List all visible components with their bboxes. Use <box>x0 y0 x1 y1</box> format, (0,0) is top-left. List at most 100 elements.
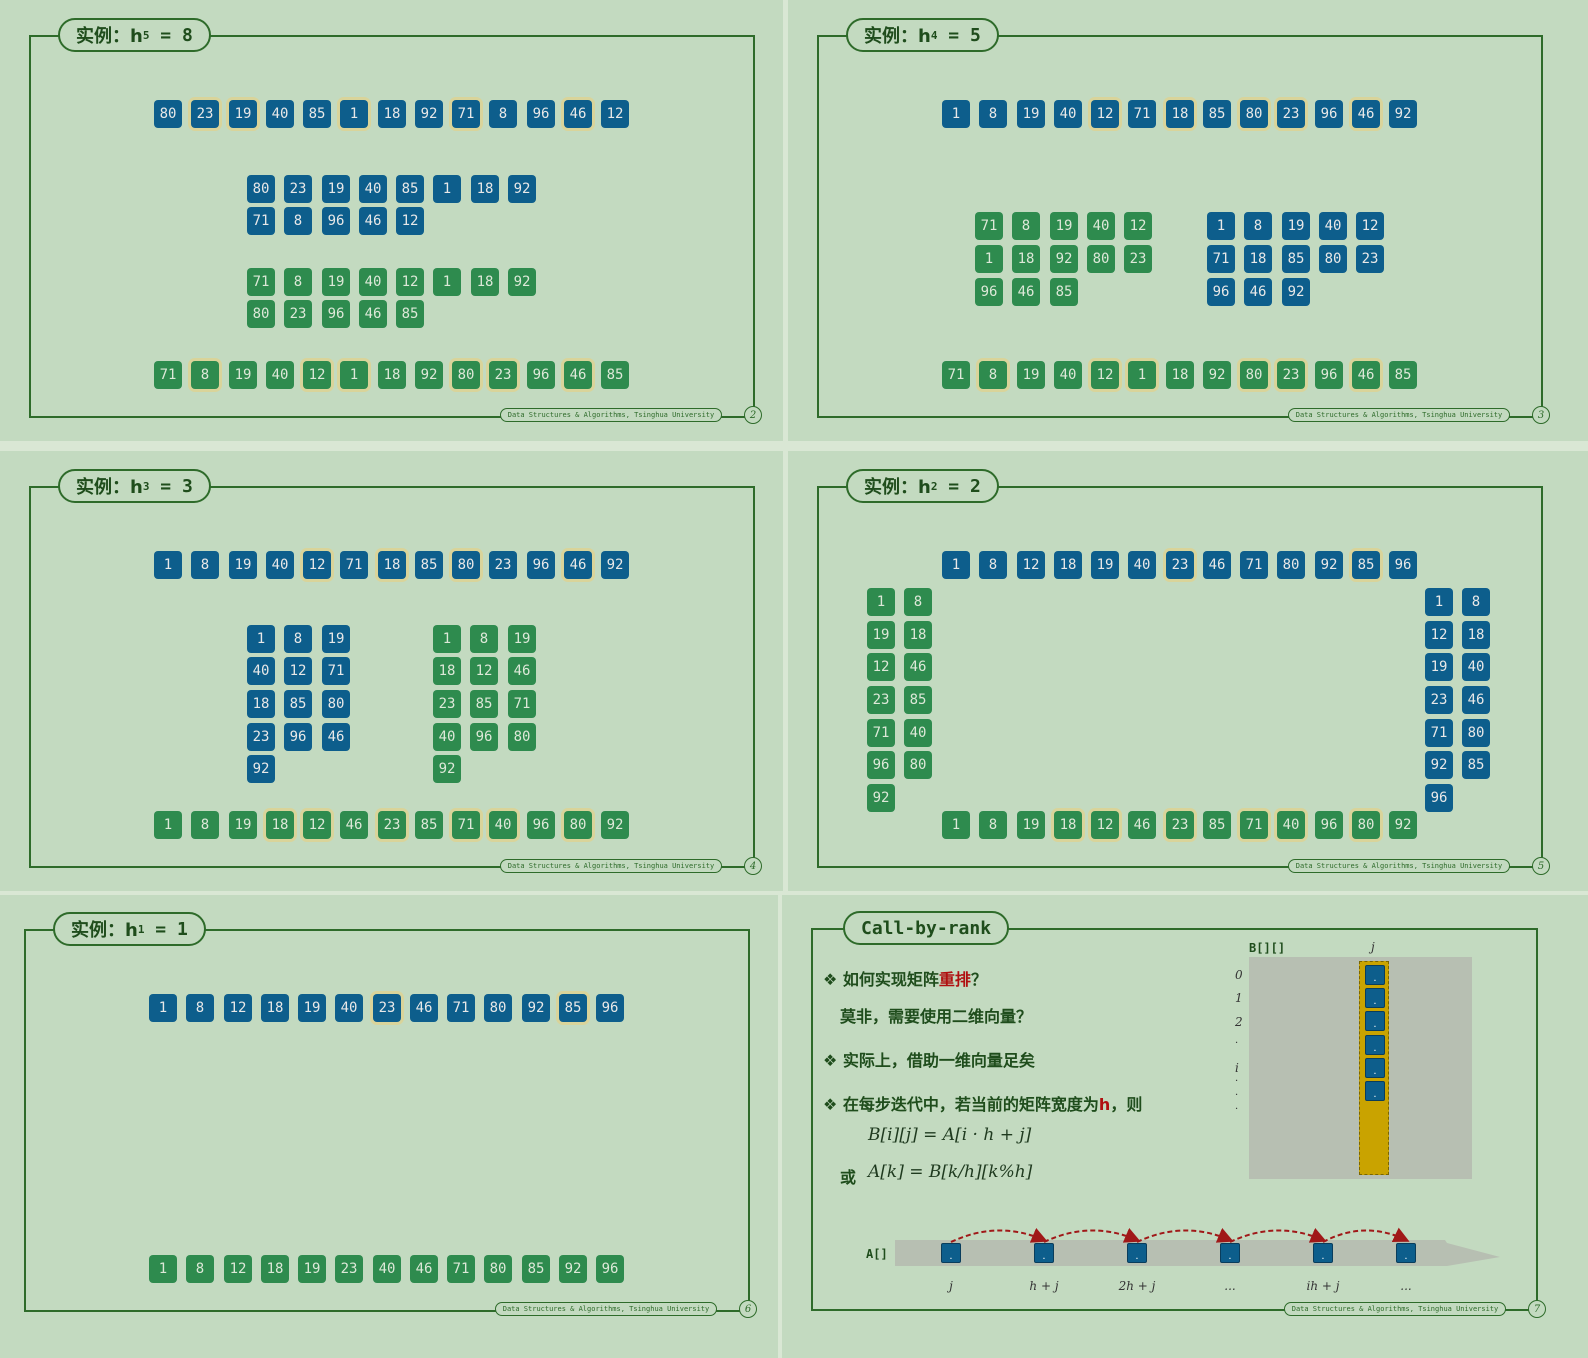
array-cell: 80 <box>247 175 275 203</box>
array-cell: 40 <box>1319 212 1347 240</box>
array-cell: 1 <box>340 100 368 128</box>
slide-title-subscript: 3 <box>142 479 150 493</box>
array-cell: 71 <box>975 212 1003 240</box>
array-cell: 19 <box>1017 100 1045 128</box>
array-cell: 1 <box>433 175 461 203</box>
array-cell: 19 <box>1282 212 1310 240</box>
array-cell: 19 <box>322 175 350 203</box>
array-cell: 19 <box>322 625 350 653</box>
matrix-cell: . <box>1365 1011 1385 1032</box>
array-cell: 1 <box>1207 212 1235 240</box>
array-cell: 85 <box>1203 811 1231 839</box>
page-number: 5 <box>1532 857 1550 875</box>
bullet-1-text: ❖ 如何实现矩阵 <box>823 970 939 989</box>
array-index-label: j <box>949 1279 953 1293</box>
array-cell: 8 <box>1244 212 1272 240</box>
matrix-row-label: i <box>1235 1061 1239 1075</box>
column-label: j <box>1371 940 1375 954</box>
array-cell: 8 <box>979 551 1007 579</box>
array-cell: 1 <box>942 551 970 579</box>
formula-1: B[i][j] = A[i · h + j] <box>868 1125 1032 1145</box>
array-cell: 8 <box>284 207 312 235</box>
array-cell: 40 <box>373 1255 401 1283</box>
array-cell: 18 <box>471 268 499 296</box>
array-cell: . <box>1034 1243 1054 1263</box>
array-cell: 8 <box>1012 212 1040 240</box>
bullet-3-highlight: h <box>1098 1095 1111 1114</box>
array-cell: 12 <box>470 657 498 685</box>
array-index-label: ... <box>1224 1279 1236 1293</box>
bullet-1-sub: 莫非，需要使用二维向量？ <box>840 1007 1033 1026</box>
array-jump-arrows <box>950 1227 1410 1243</box>
array-cell: 18 <box>1244 245 1272 273</box>
array-cell: 80 <box>452 551 480 579</box>
array-cell: 96 <box>1389 551 1417 579</box>
array-cell: 40 <box>433 723 461 751</box>
array-label: A[] <box>866 1247 888 1261</box>
jump-arrow <box>1229 1227 1327 1243</box>
array-cell: 18 <box>378 551 406 579</box>
array-cell: 23 <box>1166 551 1194 579</box>
array-cell: 92 <box>1203 361 1231 389</box>
array-cell: 18 <box>1462 621 1490 649</box>
slide-footer: Data Structures & Algorithms, Tsinghua U… <box>1284 1302 1506 1316</box>
array-cell: 46 <box>1128 811 1156 839</box>
array-cell: 92 <box>508 268 536 296</box>
matrix-cell: . <box>1365 965 1385 985</box>
array-cell: 1 <box>1425 588 1453 616</box>
array-cell: 19 <box>298 994 326 1022</box>
array-cell: 96 <box>322 300 350 328</box>
array-cell: 92 <box>433 755 461 783</box>
array-cell: 85 <box>1462 751 1490 779</box>
array-cell: 1 <box>149 1255 177 1283</box>
array-cell: 1 <box>433 625 461 653</box>
array-cell: 85 <box>1050 278 1078 306</box>
array-cell: 46 <box>564 551 592 579</box>
array-cell: 12 <box>1425 621 1453 649</box>
slide-footer: Data Structures & Algorithms, Tsinghua U… <box>1288 859 1510 873</box>
array-cell: 12 <box>1091 361 1119 389</box>
array-cell: 71 <box>1425 719 1453 747</box>
array-cell: 85 <box>601 361 629 389</box>
array-cell: 18 <box>1054 811 1082 839</box>
array-index-label: h + j <box>1029 1279 1059 1293</box>
array-cell: 85 <box>284 690 312 718</box>
bullet-3-text: ❖ 在每步迭代中，若当前的矩阵宽度为 <box>823 1095 1099 1114</box>
array-cell: 40 <box>359 175 387 203</box>
array-cell: 12 <box>1091 811 1119 839</box>
page-number: 7 <box>1528 1300 1546 1318</box>
slide-title: 实例：h 3 = 3 <box>58 469 211 503</box>
array-cell: 85 <box>396 300 424 328</box>
matrix-row-label: · <box>1235 1104 1239 1115</box>
array-cell: 92 <box>1282 278 1310 306</box>
slide-title-value: = 1 <box>144 918 188 940</box>
array-cell: 71 <box>508 690 536 718</box>
array-cell: 1 <box>433 268 461 296</box>
array-cell: 71 <box>867 719 895 747</box>
array-cell: 8 <box>191 551 219 579</box>
jump-arrow <box>1043 1227 1141 1243</box>
array-cell: 71 <box>452 811 480 839</box>
array-cell: 19 <box>322 268 350 296</box>
matrix-cell: . <box>1365 988 1385 1009</box>
array-cell: 96 <box>975 278 1003 306</box>
page-number: 6 <box>739 1300 757 1318</box>
array-cell: 46 <box>564 100 592 128</box>
array-cell: 40 <box>266 361 294 389</box>
array-index-label: 2h + j <box>1118 1279 1156 1293</box>
array-cell: 96 <box>470 723 498 751</box>
array-cell: 92 <box>601 551 629 579</box>
matrix-cell: . <box>1365 1081 1385 1101</box>
array-cell: 40 <box>1087 212 1115 240</box>
slide-title-prefix: 实例：h <box>864 26 931 47</box>
array-index-label: ... <box>1400 1279 1412 1293</box>
array-cell: 1 <box>867 588 895 616</box>
slide-title: 实例：h 5 = 8 <box>58 18 211 52</box>
array-cell: 40 <box>335 994 363 1022</box>
array-cell: 23 <box>1277 361 1305 389</box>
array-cell: 1 <box>340 361 368 389</box>
array-cell: 40 <box>359 268 387 296</box>
slide-title: 实例：h 1 = 1 <box>53 912 206 946</box>
array-cell: 1 <box>942 811 970 839</box>
array-cell: 23 <box>489 551 517 579</box>
